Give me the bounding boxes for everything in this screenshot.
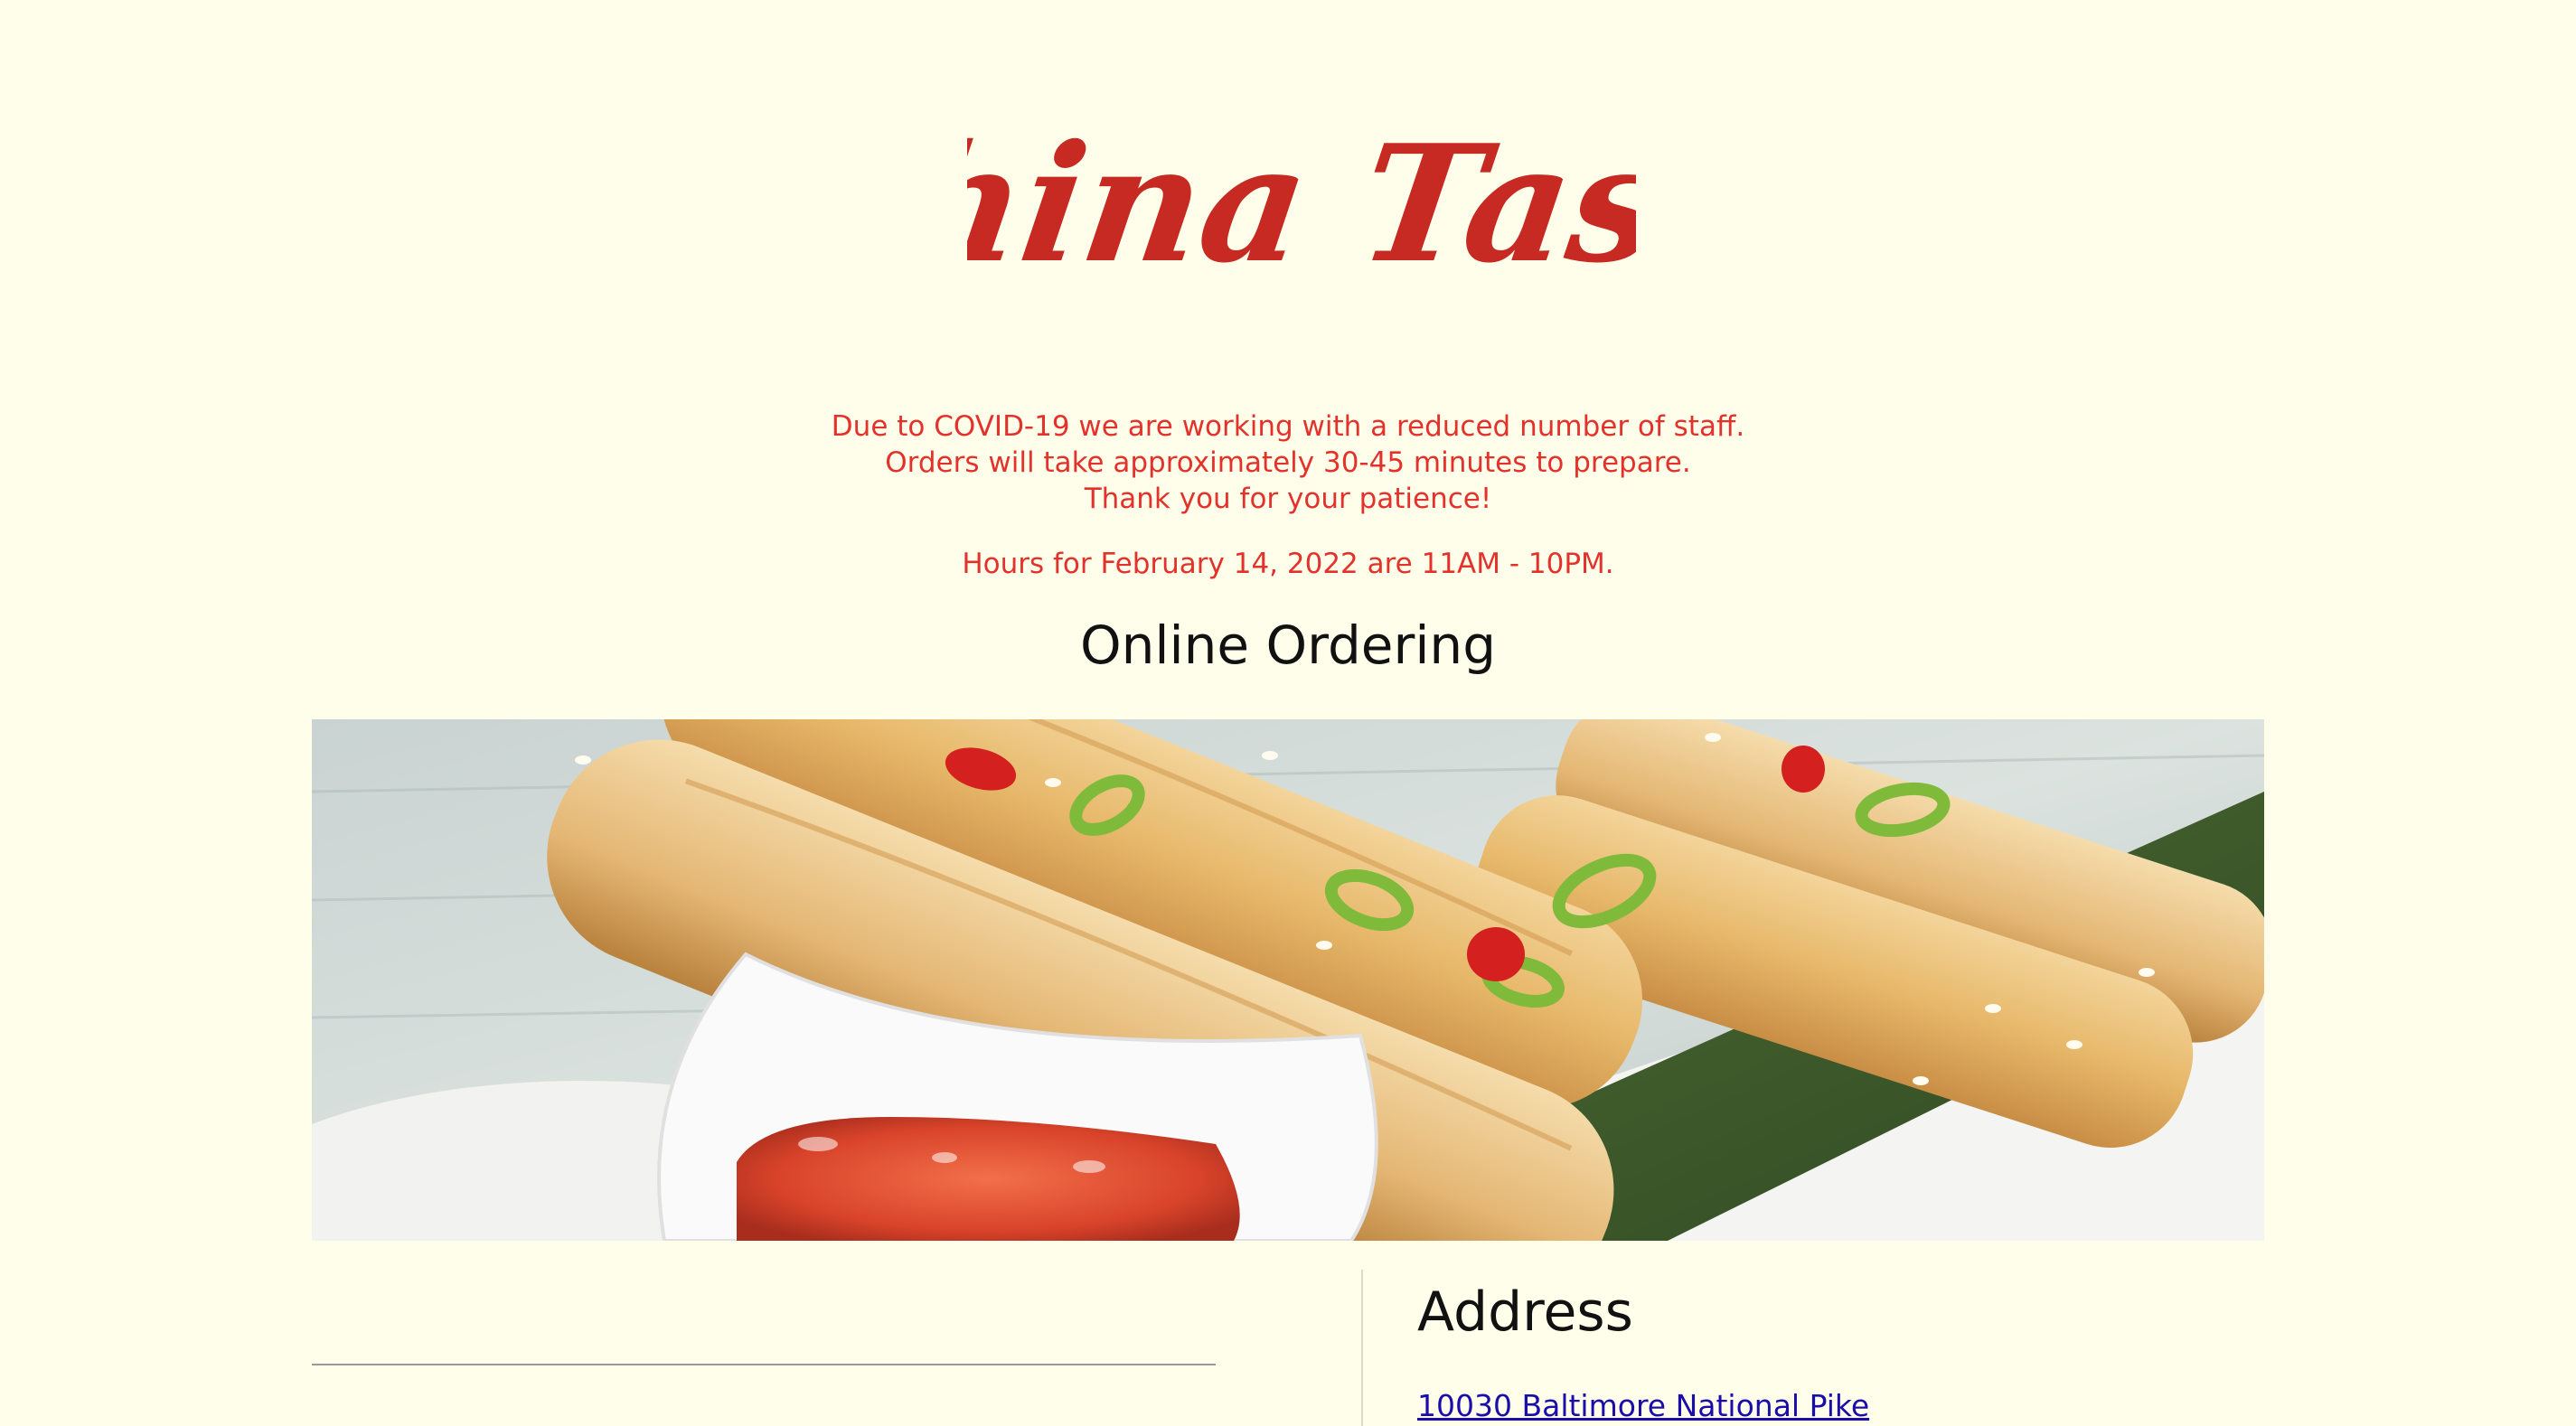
section-divider — [312, 1364, 1216, 1365]
china-taste-logo[interactable]: China Taste — [766, 99, 1851, 307]
address-link[interactable]: 10030 Baltimore National Pike — [1417, 1386, 1869, 1426]
page: China Taste Due to COVID-19 we are worki… — [0, 0, 2576, 1426]
covid-notice: Due to COVID-19 we are working with a re… — [0, 408, 2576, 517]
notice-line: Due to COVID-19 we are working with a re… — [831, 410, 1745, 443]
logo-wordmark: China Taste — [766, 110, 1851, 299]
page-title: Online Ordering — [1079, 614, 1497, 676]
column-divider — [1361, 1270, 1363, 1426]
hours-notice: Hours for February 14, 2022 are 11AM - 1… — [962, 548, 1614, 580]
svg-text:China Taste: China Taste — [967, 110, 1636, 299]
address-heading: Address — [1417, 1281, 1633, 1344]
hero-image — [312, 719, 2264, 1241]
notice-line: Thank you for your patience! — [1084, 483, 1492, 515]
notice-line: Orders will take approximately 30-45 min… — [885, 446, 1691, 479]
